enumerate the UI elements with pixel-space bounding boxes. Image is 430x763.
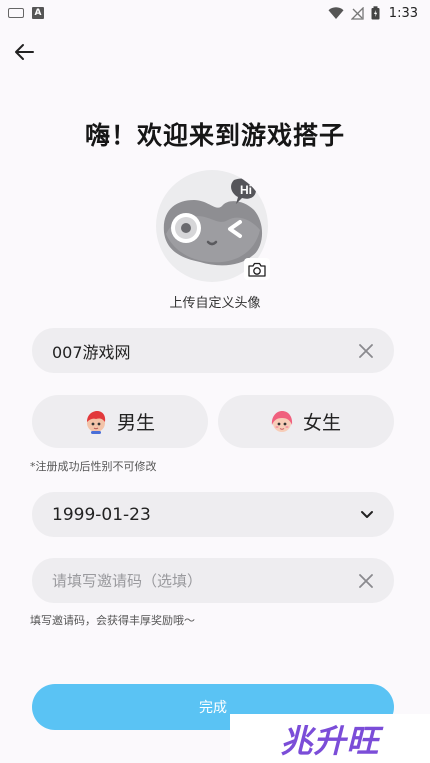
status-bar: A 1:33: [0, 0, 430, 26]
gender-female-button[interactable]: 女生: [218, 395, 394, 448]
gender-male-label: 男生: [116, 412, 155, 434]
hi-bubble-text: Hi: [240, 183, 252, 197]
signal-icon: [350, 6, 364, 20]
chevron-down-icon: [361, 511, 373, 518]
submit-label: 完成: [199, 700, 227, 716]
status-left: A: [8, 7, 44, 19]
back-arrow-icon: [15, 44, 34, 60]
avatar-upload[interactable]: Hi: [156, 170, 270, 282]
a-indicator-icon: A: [32, 7, 44, 19]
status-time: 1:33: [388, 5, 418, 21]
battery-icon: [371, 6, 380, 20]
male-avatar-icon: [86, 410, 106, 434]
gender-note: *注册成功后性别不可修改: [30, 460, 157, 473]
watermark-text: 兆升旺: [280, 721, 380, 760]
invite-clear-x-glyph: [359, 573, 373, 588]
invite-code-field[interactable]: 请填写邀请码（选填）: [32, 558, 394, 603]
clear-icon[interactable]: [356, 341, 376, 361]
birthday-select[interactable]: 1999-01-23: [32, 492, 394, 537]
birthday-value: 1999-01-23: [52, 504, 151, 525]
invite-note: 填写邀请码，会获得丰厚奖励哦～: [30, 614, 195, 627]
gender-female-label: 女生: [302, 412, 341, 434]
gender-male-button[interactable]: 男生: [32, 395, 208, 448]
back-button[interactable]: [10, 38, 38, 66]
wifi-icon: [328, 6, 344, 19]
female-avatar-icon: [271, 410, 293, 432]
camera-icon: [248, 262, 266, 277]
nickname-field[interactable]: 007游戏网: [32, 328, 394, 373]
watermark: 兆升旺: [230, 714, 430, 763]
nickname-value[interactable]: 007游戏网: [52, 339, 356, 363]
camera-badge[interactable]: [244, 258, 270, 280]
clear-x-glyph: [359, 343, 373, 358]
status-right: 1:33: [328, 6, 418, 21]
avatar-upload-label: 上传自定义头像: [169, 296, 261, 311]
invite-clear-icon[interactable]: [356, 571, 376, 591]
invite-code-placeholder[interactable]: 请填写邀请码（选填）: [52, 570, 356, 591]
page-title: 嗨！欢迎来到游戏搭子: [84, 121, 345, 150]
keyboard-icon: [8, 8, 24, 18]
